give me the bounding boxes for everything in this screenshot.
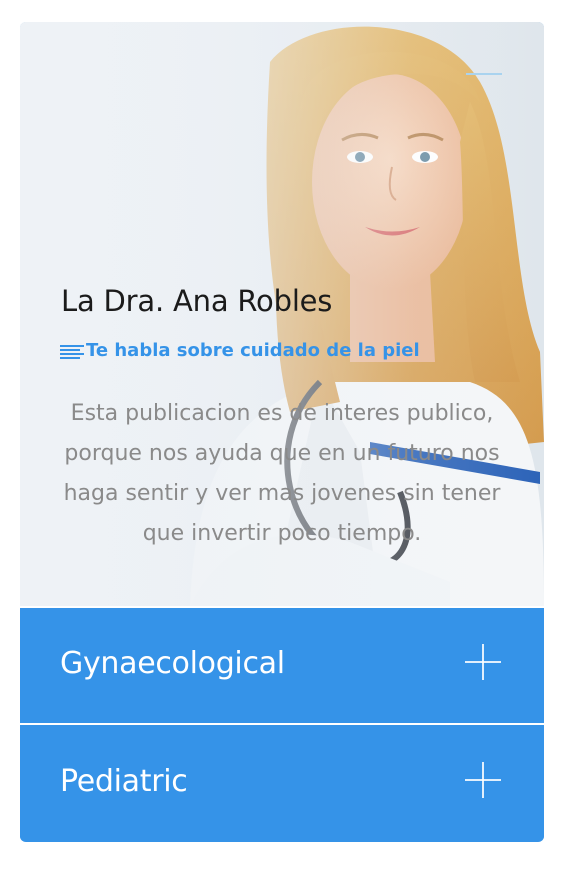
subtitle: Te habla sobre cuidado de la piel (60, 340, 420, 361)
profile-card: La Dra. Ana Robles Te habla sobre cuidad… (20, 22, 544, 842)
accordion-item-pediatric[interactable]: Pediatric (20, 726, 544, 841)
lines-icon (60, 344, 84, 359)
subtitle-text: Te habla sobre cuidado de la piel (86, 340, 420, 361)
description: Esta publicacion es de interes publico, … (63, 401, 501, 546)
decorative-line (466, 73, 502, 75)
divider (20, 723, 544, 725)
accordion-label: Pediatric (60, 764, 188, 799)
doctor-name: La Dra. Ana Robles (61, 284, 333, 318)
accordion-item-gynaecological[interactable]: Gynaecological (20, 608, 544, 723)
plus-icon[interactable] (465, 644, 501, 680)
plus-icon[interactable] (465, 762, 501, 798)
doctor-hero: La Dra. Ana Robles Te habla sobre cuidad… (20, 22, 544, 606)
accordion-label: Gynaecological (60, 646, 285, 681)
